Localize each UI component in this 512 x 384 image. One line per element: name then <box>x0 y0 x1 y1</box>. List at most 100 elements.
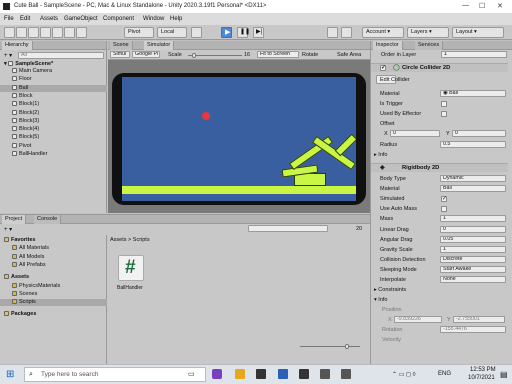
tab-scene[interactable]: Scene <box>110 41 133 50</box>
clock-date[interactable]: 10/7/2021 <box>468 375 495 381</box>
rotate-button[interactable]: Rotate <box>302 52 318 58</box>
unity-editor-icon[interactable] <box>299 369 309 379</box>
hierarchy-item[interactable]: Block(3) <box>0 118 107 125</box>
close-icon[interactable]: ✕ <box>497 2 503 10</box>
used-by-effector-checkbox[interactable] <box>441 111 447 117</box>
step-button[interactable]: ▶| <box>253 27 264 38</box>
tab-project[interactable]: Project <box>2 215 27 224</box>
menu-edit[interactable]: Edit <box>20 16 30 22</box>
app-icon[interactable] <box>320 369 330 379</box>
tab-inspector[interactable]: Inspector <box>373 41 403 50</box>
visual-studio-icon[interactable] <box>212 369 222 379</box>
minimize-icon[interactable]: — <box>462 2 469 9</box>
project-tree-item[interactable]: Assets <box>0 274 107 281</box>
menu-gameobject[interactable]: GameObject <box>64 16 98 22</box>
circle-collider-enabled-checkbox[interactable] <box>380 64 386 73</box>
scale-slider-handle[interactable] <box>192 53 196 58</box>
rigidbody-info-foldout[interactable]: ▾ Info <box>374 297 387 303</box>
is-trigger-checkbox[interactable] <box>441 101 447 107</box>
pivot-button[interactable]: Pivot <box>124 27 154 38</box>
collab-icon[interactable] <box>327 27 338 38</box>
project-tree-item[interactable]: Scenes <box>0 291 107 298</box>
collider-info-foldout[interactable]: ▸ Info <box>374 152 387 158</box>
rotate-tool-icon[interactable] <box>28 27 39 38</box>
rigidbody-checkbox[interactable] <box>441 206 447 213</box>
rigidbody-field-value[interactable]: Start Awake <box>440 265 506 273</box>
hierarchy-item[interactable]: Pivot <box>0 143 107 150</box>
rigidbody-field-value[interactable]: 1 <box>440 215 506 223</box>
windows-start-icon[interactable]: ⊞ <box>6 370 16 380</box>
tab-services[interactable]: Services <box>415 41 444 50</box>
system-tray-icons[interactable]: ⌃ ▭ ◻ ◊ <box>392 371 416 378</box>
layout-dropdown[interactable]: Layout ▾ <box>452 27 504 38</box>
tab-simulator[interactable]: Simulator <box>144 41 175 50</box>
unity-hub-icon[interactable] <box>256 369 266 379</box>
constraints-foldout[interactable]: ▸ Constraints <box>374 287 406 293</box>
project-tree-item[interactable]: All Materials <box>0 245 107 252</box>
rigidbody-header[interactable]: ◈ Rigidbody 2D <box>371 163 508 172</box>
app-icon[interactable] <box>341 369 351 379</box>
offset-y-field[interactable]: 0 <box>452 130 506 137</box>
project-tree-item[interactable]: PhysicsMaterials <box>0 283 107 290</box>
asset-label[interactable]: BallHandler <box>117 285 143 291</box>
rigidbody-field-value[interactable]: Ball <box>440 185 506 193</box>
asset-size-slider[interactable] <box>300 346 360 347</box>
hierarchy-item[interactable]: Ball <box>0 84 107 92</box>
tab-console[interactable]: Console <box>34 215 62 224</box>
radius-field[interactable]: 0.5 <box>440 141 506 148</box>
project-breadcrumb[interactable]: Assets > Scripts <box>110 237 150 243</box>
rigidbody-field-value[interactable]: 0 <box>440 225 506 233</box>
device-dropdown[interactable]: Google Pi <box>132 51 160 58</box>
project-tree-item[interactable]: All Models <box>0 254 107 261</box>
account-dropdown[interactable]: Account ▾ <box>362 27 404 38</box>
fit-to-screen-button[interactable]: Fit to Screen <box>257 51 299 58</box>
rigidbody-field-value[interactable]: Dynamic <box>440 175 506 182</box>
scale-slider[interactable] <box>188 55 242 56</box>
hierarchy-item[interactable]: Main Camera <box>0 68 107 75</box>
play-button[interactable]: ▶ <box>221 27 232 38</box>
rigidbody-field-value[interactable]: Discrete <box>440 255 506 263</box>
script-asset-icon[interactable]: # <box>118 255 144 281</box>
rigidbody-field-value[interactable]: 1 <box>440 245 506 253</box>
menu-component[interactable]: Component <box>103 16 134 22</box>
asset-size-slider-handle[interactable] <box>345 344 349 349</box>
safe-area-button[interactable]: Safe Area <box>337 52 361 58</box>
grid-snap-icon[interactable] <box>191 27 202 38</box>
hierarchy-item[interactable]: BallHandler <box>0 151 107 158</box>
maximize-icon[interactable]: ☐ <box>479 2 485 10</box>
scene-root[interactable]: ▾ SampleScene* <box>4 61 107 68</box>
clock-time[interactable]: 12:53 PM <box>470 367 496 373</box>
layers-dropdown[interactable]: Layers ▾ <box>407 27 449 38</box>
hierarchy-item[interactable]: Floor <box>0 76 107 83</box>
menu-file[interactable]: File <box>4 16 14 22</box>
local-button[interactable]: Local <box>157 27 187 38</box>
transform-tool-icon[interactable] <box>64 27 75 38</box>
file-explorer-icon[interactable] <box>235 369 245 379</box>
language-indicator[interactable]: ENG <box>438 371 451 377</box>
hierarchy-item[interactable]: Block <box>0 93 107 100</box>
project-tree-item[interactable]: All Prefabs <box>0 262 107 269</box>
menu-window[interactable]: Window <box>143 16 164 22</box>
hand-tool-icon[interactable] <box>4 27 15 38</box>
word-icon[interactable] <box>278 369 288 379</box>
hierarchy-item[interactable]: Block(1) <box>0 101 107 108</box>
hierarchy-item[interactable]: Block(5) <box>0 134 107 141</box>
taskbar-search-input[interactable]: ⌕ Type here to search <box>24 367 206 382</box>
hierarchy-search-input[interactable]: All <box>18 52 104 59</box>
add-icon[interactable]: + ▾ <box>4 52 12 59</box>
mode-dropdown[interactable]: Simul <box>110 51 130 58</box>
rigidbody-field-value[interactable]: None <box>440 276 506 283</box>
circle-collider-header[interactable]: ◯ Circle Collider 2D <box>371 63 508 73</box>
scale-tool-icon[interactable] <box>40 27 51 38</box>
project-search-input[interactable] <box>248 225 328 232</box>
cloud-icon[interactable] <box>341 27 352 38</box>
hierarchy-item[interactable]: Block(4) <box>0 126 107 133</box>
move-tool-icon[interactable] <box>16 27 27 38</box>
offset-x-field[interactable]: 0 <box>390 130 440 137</box>
material-field[interactable]: ◉ Ball <box>440 90 506 97</box>
project-tree-item[interactable]: Scripts <box>0 299 107 307</box>
menu-assets[interactable]: Assets <box>40 16 58 22</box>
rect-tool-icon[interactable] <box>52 27 63 38</box>
add-asset-icon[interactable]: + ▾ <box>4 226 12 233</box>
menu-help[interactable]: Help <box>170 16 182 22</box>
